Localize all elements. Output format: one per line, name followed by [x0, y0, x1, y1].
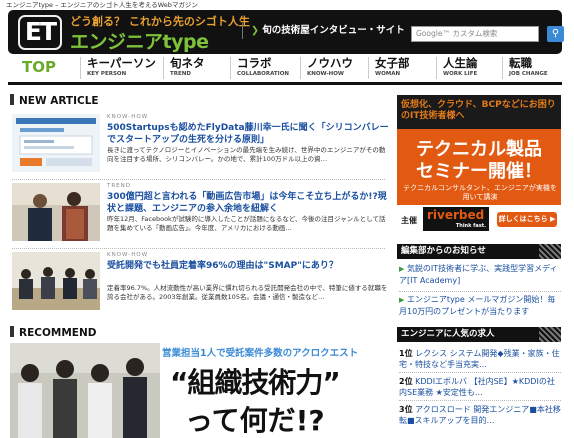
riverbed-logo: riverbed Think fast.	[423, 207, 489, 231]
site-tagline: エンジニアtype – エンジニアのシゴト人生を考えるWebマガジン	[6, 1, 198, 9]
nav-sublabel: KNOW-HOW	[307, 71, 344, 77]
new-article-heading: NEW ARTICLE	[10, 94, 99, 107]
job-item[interactable]: 2位 KDDIエボルバ 【社内SE】★KDDIの社内SE業務 ★安定性も…	[399, 376, 561, 398]
news-divider	[399, 291, 561, 292]
nav-item-know-how[interactable]: ノウハウ KNOW-HOW	[300, 57, 353, 79]
banner-text: 旬の技術屋インタビュー・サイト	[262, 25, 405, 36]
ad-logo-text: riverbed	[427, 208, 485, 222]
job-divider	[399, 400, 561, 401]
nav-divider	[8, 82, 562, 85]
article-item[interactable]: TREND 300億円超と言われる「動画広告市場」は今年こそ立ち上がるか!?現状…	[12, 183, 387, 245]
recommend-photo	[10, 343, 160, 438]
article-category: KNOW-HOW	[107, 114, 149, 120]
article-thumbnail[interactable]	[12, 183, 100, 241]
news-heading: 編集部からのお知らせ	[397, 244, 561, 259]
article-category: TREND	[107, 183, 132, 189]
recommend-photo-image	[10, 343, 160, 438]
job-divider	[399, 372, 561, 373]
site-logo[interactable]: ET	[18, 15, 62, 50]
nav-label: 旬ネタ	[170, 56, 205, 70]
news-item[interactable]: ▶ 気鋭のIT技術者に学ぶ、実践型学習メディア[IT Academy]	[399, 263, 561, 286]
article-thumbnail[interactable]	[12, 252, 100, 310]
nav-sublabel: JOB CHANGE	[509, 71, 548, 77]
article-divider	[12, 179, 385, 180]
nav-item-key-person[interactable]: キーパーソン KEY PERSON	[80, 57, 156, 79]
heading-stripe	[539, 327, 561, 342]
jobs-heading: エンジニアに人気の求人	[397, 327, 561, 342]
nav-sublabel: TREND	[170, 71, 191, 77]
nav-label: 女子部	[375, 56, 410, 70]
article-title[interactable]: 300億円超と言われる「動画広告市場」は今年こそ立ち上がるか!?現状と課題、エン…	[107, 191, 389, 215]
ad-subtitle: テクニカルコンサルタント、エンジニアが実機を用いて講演	[403, 184, 557, 201]
article-thumbnail-image	[12, 114, 100, 172]
article-item[interactable]: KNOW-HOW 500Startupsも認めたFlyData藤川幸一氏に聞く「…	[12, 114, 389, 176]
article-thumbnail[interactable]	[12, 114, 100, 172]
seminar-ad[interactable]: 仮想化、クラウド、BCPなどにお困りのIT技術者様へ テクニカル製品 セミナー開…	[397, 95, 561, 235]
article-title[interactable]: 500Startupsも認めたFlyData藤川幸一氏に聞く「シリコンバレーでス…	[107, 122, 389, 146]
article-summary: 長きに渡ってテクノロジーとイノベーションの最先端を生み続け、世界中のエンジニアが…	[107, 146, 386, 163]
article-thumbnail-image	[12, 252, 100, 310]
nav-label: ノウハウ	[307, 56, 353, 70]
job-text: レクシス システム開発◆残業・家族・住宅・特技など手当充実…	[399, 349, 560, 369]
nav-item-trend[interactable]: 旬ネタ TREND	[163, 57, 205, 79]
site-header: ET どう創る？ これから先のシゴト人生 エンジニアtype ❯ 旬の技術屋イン…	[8, 10, 564, 54]
jobs-heading-text: エンジニアに人気の求人	[401, 329, 495, 339]
article-thumbnail-image	[12, 183, 100, 241]
arrow-icon: ▶	[399, 265, 405, 273]
article-divider	[12, 248, 385, 249]
double-chevron-icon: ❯	[251, 25, 263, 36]
job-text: KDDIエボルバ 【社内SE】★KDDIの社内SE業務 ★安定性も…	[399, 377, 555, 397]
main-nav: TOP キーパーソン KEY PERSON 旬ネタ TREND コラボ COLLABO…	[8, 57, 562, 79]
nav-top[interactable]: TOP	[22, 58, 56, 76]
nav-label: コラボ	[237, 56, 272, 70]
article-category: KNOW-HOW	[107, 252, 149, 258]
job-item[interactable]: 3位 アクロスロード 開発エンジニア■本社移転■スキルアップを目的…	[399, 404, 561, 426]
search-icon: ⚲	[551, 28, 560, 39]
recommend-headline-1: “組織技術力”	[170, 366, 341, 399]
ad-more-button[interactable]: 詳しくはこちら ▶	[497, 212, 557, 227]
job-rank: 1位	[399, 349, 413, 358]
nav-sublabel: KEY PERSON	[87, 71, 127, 77]
heading-stripe	[539, 244, 561, 259]
ad-host-label: 主催	[401, 216, 417, 225]
news-item[interactable]: ▶ エンジニアtype メールマガジン開始！毎月10万円のプレゼントが当たります	[399, 294, 561, 317]
nav-sublabel: WOMAN	[375, 71, 401, 77]
nav-label: 人生論	[443, 56, 478, 70]
article-item[interactable]: KNOW-HOW 受託開発でも社員定着率96%の理由は"SMAP"にあり？ 定着…	[12, 252, 387, 314]
article-summary: 昨年12月、Facebookが試験的に導入したことが話題になるなど、今後の注目ジ…	[107, 215, 386, 232]
recommend-headline-2: って何だ!?	[185, 404, 325, 437]
nav-label: キーパーソン	[87, 56, 156, 70]
search-input[interactable]: Google™ カスタム検索	[411, 26, 539, 42]
recommend-banner[interactable]: 営業担当1人で受託案件多数のアクロクエスト “組織技術力” って何だ!?	[10, 343, 387, 438]
search-button[interactable]: ⚲	[547, 26, 564, 42]
recommend-heading: RECOMMEND	[10, 326, 96, 339]
nav-sublabel: WORK LIFE	[443, 71, 478, 77]
job-rank: 3位	[399, 405, 413, 414]
article-summary: 定着率96.7%。人材流動性が高い業界に慣れ切られる受託開発会社の中で、特筆に値…	[107, 284, 388, 301]
news-item-text: エンジニアtype メールマガジン開始！毎月10万円のプレゼントが当たります	[399, 295, 556, 316]
nav-label: 転職	[509, 56, 532, 70]
news-item-text: 気鋭のIT技術者に学ぶ、実践型学習メディア[IT Academy]	[399, 264, 558, 285]
header-banner: ❯ 旬の技術屋インタビュー・サイト	[242, 23, 405, 39]
ad-logo-tagline: Think fast.	[455, 223, 486, 229]
nav-sublabel: COLLABORATION	[237, 71, 289, 77]
recommend-caption: 営業担当1人で受託案件多数のアクロクエスト	[162, 348, 359, 359]
nav-item-work-life[interactable]: 人生論 WORK LIFE	[436, 57, 478, 79]
nav-item-woman[interactable]: 女子部 WOMAN	[368, 57, 410, 79]
job-item[interactable]: 1位 レクシス システム開発◆残業・家族・住宅・特技など手当充実…	[399, 348, 561, 370]
ad-footer: 主催 riverbed Think fast. 詳しくはこちら ▶	[397, 205, 561, 235]
nav-item-collaboration[interactable]: コラボ COLLABORATION	[230, 57, 289, 79]
article-title[interactable]: 受託開発でも社員定着率96%の理由は"SMAP"にあり？	[107, 260, 389, 272]
ad-intro-text: 仮想化、クラウド、BCPなどにお困りのIT技術者様へ	[401, 100, 556, 121]
job-text: アクロスロード 開発エンジニア■本社移転■スキルアップを目的…	[399, 405, 561, 425]
job-rank: 2位	[399, 377, 413, 386]
site-name[interactable]: エンジニアtype	[70, 27, 209, 54]
news-heading-text: 編集部からのお知らせ	[401, 246, 486, 256]
nav-item-job-change[interactable]: 転職 JOB CHANGE	[502, 57, 548, 79]
arrow-icon: ▶	[399, 296, 405, 304]
ad-title-2: セミナー開催！	[416, 161, 542, 182]
